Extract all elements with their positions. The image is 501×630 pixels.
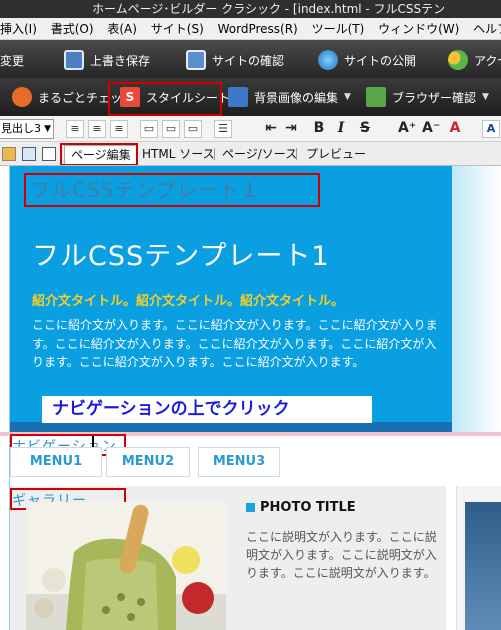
- gallery-photo[interactable]: [26, 502, 226, 630]
- chevron-down-icon: ▼: [482, 92, 489, 102]
- heading-select[interactable]: 見出し3 ▼: [0, 119, 54, 139]
- menu-table[interactable]: 表(A): [107, 18, 137, 39]
- intro-text[interactable]: ここに紹介文が入ります。ここに紹介文が入ります。ここに紹介文が入ります。ここに紹…: [32, 316, 438, 372]
- tab-separator: [214, 148, 215, 160]
- text-style-icon[interactable]: A: [482, 120, 500, 138]
- gallery-card-partial[interactable]: [456, 486, 501, 630]
- site-check-button[interactable]: サイトの確認: [186, 49, 284, 71]
- image-edit-icon: [228, 87, 248, 107]
- access-icon: [448, 50, 468, 70]
- heading-select-value: 見出し3: [1, 122, 41, 135]
- site-check-label: サイトの確認: [212, 53, 285, 68]
- strikethrough-icon[interactable]: S: [356, 120, 374, 138]
- browser-check-label: ブラウザー確認: [392, 90, 477, 105]
- menu3-link[interactable]: MENU3: [198, 447, 280, 477]
- change-label: 変更: [0, 53, 25, 68]
- globe-icon: [318, 50, 338, 70]
- instruction-callout: ナビゲーションの上でクリック: [42, 396, 372, 423]
- editor-canvas[interactable]: フルCSSテンプレート１ フルCSSテンプレート1 紹介文タイトル。紹介文タイト…: [0, 166, 501, 630]
- photo-description[interactable]: ここに説明文が入ります。ここに説明文が入ります。ここに説明文が入ります。ここに説…: [246, 528, 442, 582]
- menu-bar: 挿入(I) 書式(O) 表(A) サイト(S) WordPress(R) ツール…: [0, 18, 501, 40]
- page-icon: [22, 147, 36, 161]
- bg-image-edit-button[interactable]: 背景画像の編集 ▼: [228, 86, 351, 108]
- gallery-card-image: [465, 502, 501, 630]
- menu-site[interactable]: サイト(S): [151, 18, 204, 39]
- table-col-icon[interactable]: ▭: [162, 120, 180, 138]
- align-center-icon[interactable]: ≡: [88, 120, 106, 138]
- browser-icon: [366, 87, 386, 107]
- menu-tools[interactable]: ツール(T): [312, 18, 365, 39]
- list-icon[interactable]: ☰: [214, 120, 232, 138]
- stylesheet-highlight-box: [108, 82, 222, 116]
- tab-separator: [296, 148, 297, 160]
- format-toolbar: 見出し3 ▼ ≡ ≡ ≡ ▭ ▭ ▭ ☰ ⇤ ⇥ B I S A⁺ A⁻ A A: [0, 116, 501, 142]
- intro-title[interactable]: 紹介文タイトル。紹介文タイトル。紹介文タイトル。: [32, 290, 344, 309]
- font-size-up-icon[interactable]: A⁺: [398, 120, 416, 138]
- window-title: ホームページ･ビルダー クラシック - [index.html - フルCSSテ…: [0, 0, 501, 18]
- access-button[interactable]: アクセ: [448, 49, 501, 71]
- secondary-toolbar: まるごとチェック S スタイルシート 背景画像の編集 ▼ ブラウザー確認 ▼: [0, 78, 501, 116]
- editor-tab-bar: ページ編集 HTML ソース ページ/ソース プレビュー: [0, 142, 501, 166]
- font-color-icon[interactable]: A: [446, 120, 464, 138]
- menu2-link[interactable]: MENU2: [106, 447, 190, 477]
- template-label-highlight-box: [24, 173, 320, 207]
- overwrite-save-button[interactable]: 上書き保存: [64, 49, 150, 71]
- bold-icon[interactable]: B: [310, 120, 328, 138]
- hero-side-gradient: [452, 166, 501, 432]
- photo-title[interactable]: PHOTO TITLE: [260, 500, 356, 515]
- overwrite-save-label: 上書き保存: [90, 53, 151, 68]
- page-title[interactable]: フルCSSテンプレート1: [32, 234, 330, 273]
- align-right-icon[interactable]: ≡: [110, 120, 128, 138]
- table-row-icon[interactable]: ▭: [140, 120, 158, 138]
- menu-format[interactable]: 書式(O): [51, 18, 94, 39]
- chevron-down-icon: ▼: [44, 124, 51, 134]
- menu-window[interactable]: ウィンドウ(W): [378, 18, 459, 39]
- font-size-down-icon[interactable]: A⁻: [422, 120, 440, 138]
- access-label: アクセ: [474, 53, 501, 68]
- groceries-photo-image: [26, 502, 226, 630]
- tab-page-source[interactable]: ページ/ソース: [216, 145, 303, 165]
- browser-check-button[interactable]: ブラウザー確認 ▼: [366, 86, 489, 108]
- save-icon: [64, 50, 84, 70]
- site-publish-button[interactable]: サイトの公開: [318, 49, 416, 71]
- page-edit-highlight-box: [60, 143, 138, 165]
- menu1-link[interactable]: MENU1: [10, 447, 102, 477]
- pencil-icon: [2, 147, 16, 161]
- bg-image-edit-label: 背景画像の編集: [254, 90, 339, 105]
- site-check-icon: [186, 50, 206, 70]
- site-publish-label: サイトの公開: [344, 53, 417, 68]
- menu-wordpress[interactable]: WordPress(R): [218, 18, 298, 39]
- align-left-icon[interactable]: ≡: [66, 120, 84, 138]
- window-icon: [42, 147, 56, 161]
- photo-title-marker: [246, 503, 255, 512]
- indent-icon[interactable]: ⇥: [282, 120, 300, 138]
- table-cell-icon[interactable]: ▭: [184, 120, 202, 138]
- tab-preview[interactable]: プレビュー: [300, 145, 372, 165]
- hero-bottom-bar: [10, 422, 452, 432]
- chevron-down-icon: ▼: [344, 92, 351, 102]
- menu-help[interactable]: ヘルプ(H): [473, 18, 501, 39]
- menu-insert[interactable]: 挿入(I): [0, 18, 37, 39]
- tab-html-source[interactable]: HTML ソース: [136, 145, 221, 165]
- italic-icon[interactable]: I: [332, 120, 350, 138]
- outdent-icon[interactable]: ⇤: [262, 120, 280, 138]
- main-toolbar: 変更 上書き保存 サイトの確認 サイトの公開 アクセ: [0, 40, 501, 78]
- check-icon: [12, 87, 32, 107]
- change-button[interactable]: 変更: [0, 49, 24, 71]
